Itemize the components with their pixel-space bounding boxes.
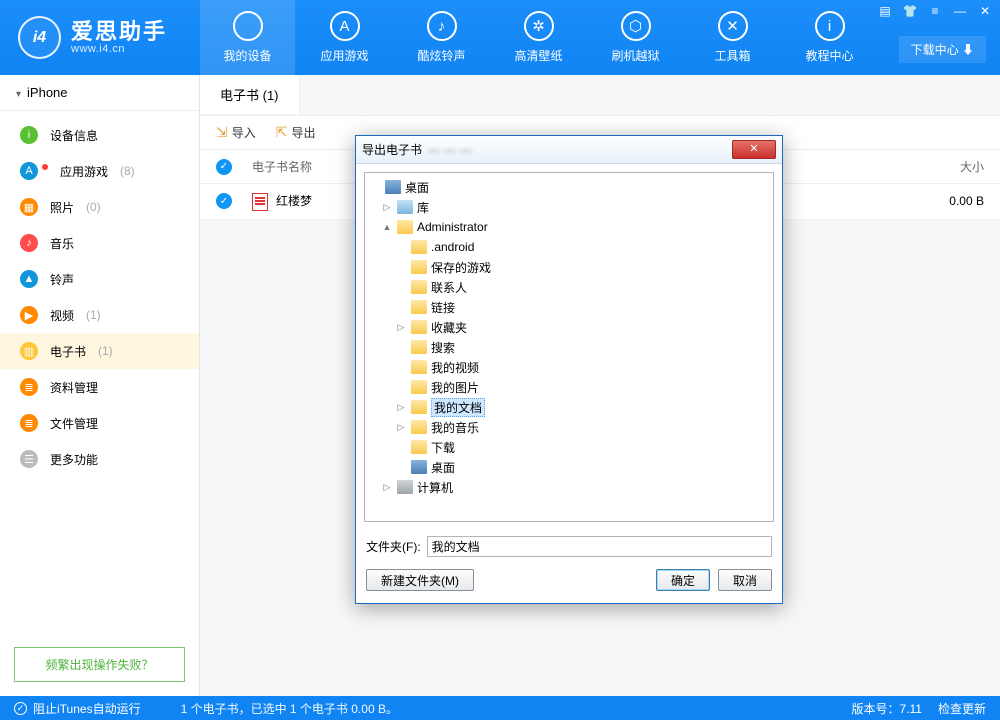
folder-icon xyxy=(411,300,427,314)
tree-node[interactable]: ▷库 xyxy=(367,197,771,217)
ok-button[interactable]: 确定 xyxy=(656,569,710,591)
folder-icon xyxy=(411,380,427,394)
dialog-close-button[interactable]: ✕ xyxy=(732,140,776,159)
folder-icon xyxy=(411,400,427,414)
dialog-buttons: 新建文件夹(M) 确定 取消 xyxy=(356,563,782,603)
folder-icon xyxy=(397,220,413,234)
folder-icon xyxy=(411,460,427,474)
folder-icon xyxy=(411,260,427,274)
dialog-overlay: 导出电子书 ——— ✕ 桌面▷库▲Administrator.android保存… xyxy=(0,0,1000,720)
tree-node[interactable]: 联系人 xyxy=(367,277,771,297)
folder-input[interactable] xyxy=(427,536,772,557)
tree-node[interactable]: 桌面 xyxy=(367,177,771,197)
folder-icon xyxy=(385,180,401,194)
folder-icon xyxy=(411,360,427,374)
tree-arrow-icon: ▲ xyxy=(381,222,393,232)
tree-arrow-icon: ▷ xyxy=(381,202,393,213)
folder-tree[interactable]: 桌面▷库▲Administrator.android保存的游戏联系人链接▷收藏夹… xyxy=(364,172,774,522)
folder-icon xyxy=(411,340,427,354)
tree-node[interactable]: 保存的游戏 xyxy=(367,257,771,277)
folder-icon xyxy=(411,320,427,334)
folder-icon xyxy=(411,280,427,294)
tree-node[interactable]: ▷计算机 xyxy=(367,477,771,497)
tree-arrow-icon: ▷ xyxy=(395,322,407,333)
tree-node[interactable]: 我的视频 xyxy=(367,357,771,377)
tree-node[interactable]: 我的图片 xyxy=(367,377,771,397)
folder-input-row: 文件夹(F): xyxy=(356,530,782,563)
folder-icon xyxy=(411,240,427,254)
new-folder-button[interactable]: 新建文件夹(M) xyxy=(366,569,474,591)
folder-icon xyxy=(397,200,413,214)
tree-node[interactable]: ▷我的音乐 xyxy=(367,417,771,437)
folder-icon xyxy=(411,440,427,454)
tree-node[interactable]: 桌面 xyxy=(367,457,771,477)
dialog-titlebar[interactable]: 导出电子书 ——— ✕ xyxy=(356,136,782,164)
folder-icon xyxy=(411,420,427,434)
tree-arrow-icon: ▷ xyxy=(395,422,407,433)
cancel-button[interactable]: 取消 xyxy=(718,569,772,591)
tree-node[interactable]: .android xyxy=(367,237,771,257)
folder-label: 文件夹(F): xyxy=(366,538,421,555)
tree-arrow-icon: ▷ xyxy=(395,402,407,413)
export-dialog: 导出电子书 ——— ✕ 桌面▷库▲Administrator.android保存… xyxy=(355,135,783,604)
tree-arrow-icon: ▷ xyxy=(381,482,393,493)
tree-node[interactable]: 搜索 xyxy=(367,337,771,357)
tree-node[interactable]: 链接 xyxy=(367,297,771,317)
dialog-title: 导出电子书 xyxy=(362,141,422,158)
tree-node[interactable]: ▲Administrator xyxy=(367,217,771,237)
folder-icon xyxy=(397,480,413,494)
tree-node[interactable]: 下载 xyxy=(367,437,771,457)
tree-node[interactable]: ▷收藏夹 xyxy=(367,317,771,337)
tree-node[interactable]: ▷我的文档 xyxy=(367,397,771,417)
